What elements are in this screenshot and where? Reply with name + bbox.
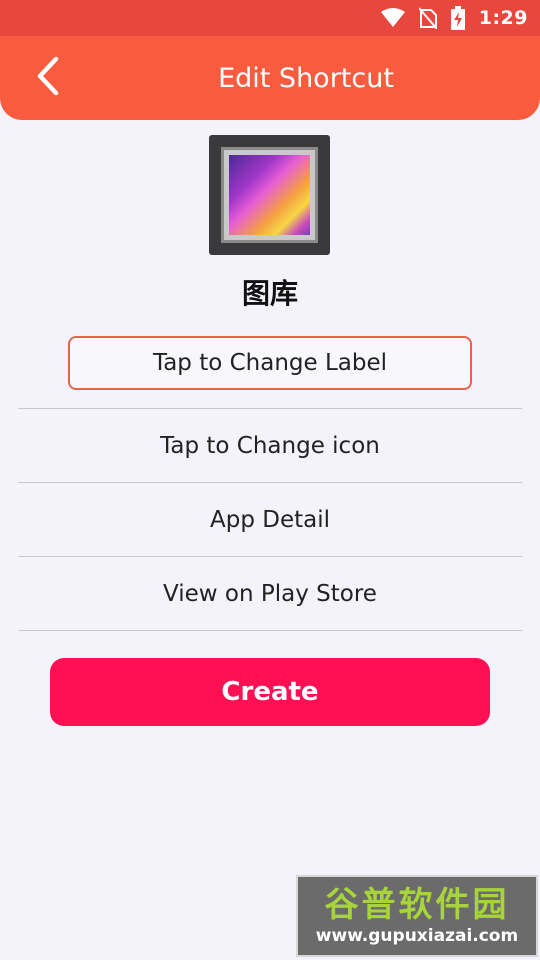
divider [18, 630, 522, 631]
gallery-app-icon [209, 135, 330, 255]
app-detail-item[interactable]: App Detail [18, 483, 522, 557]
page-title: Edit Shortcut [218, 62, 394, 94]
watermark-logo: 谷普软件园 www.gupuxiazai.com [296, 875, 538, 957]
watermark-url: www.gupuxiazai.com [315, 926, 519, 946]
app-bar: Edit Shortcut [0, 36, 540, 120]
change-label-button[interactable]: Tap to Change Label [68, 336, 472, 390]
status-bar: 1:29 [0, 0, 540, 36]
shortcut-app-name: 图库 [241, 277, 298, 310]
create-button[interactable]: Create [50, 658, 490, 726]
play-store-item[interactable]: View on Play Store [18, 557, 522, 631]
no-sim-icon [418, 7, 437, 29]
watermark-title: 谷普软件园 [324, 885, 510, 925]
battery-charging-icon [450, 6, 465, 30]
change-icon-item[interactable]: Tap to Change icon [18, 409, 522, 483]
wifi-icon [380, 8, 405, 28]
status-time: 1:29 [478, 7, 528, 29]
